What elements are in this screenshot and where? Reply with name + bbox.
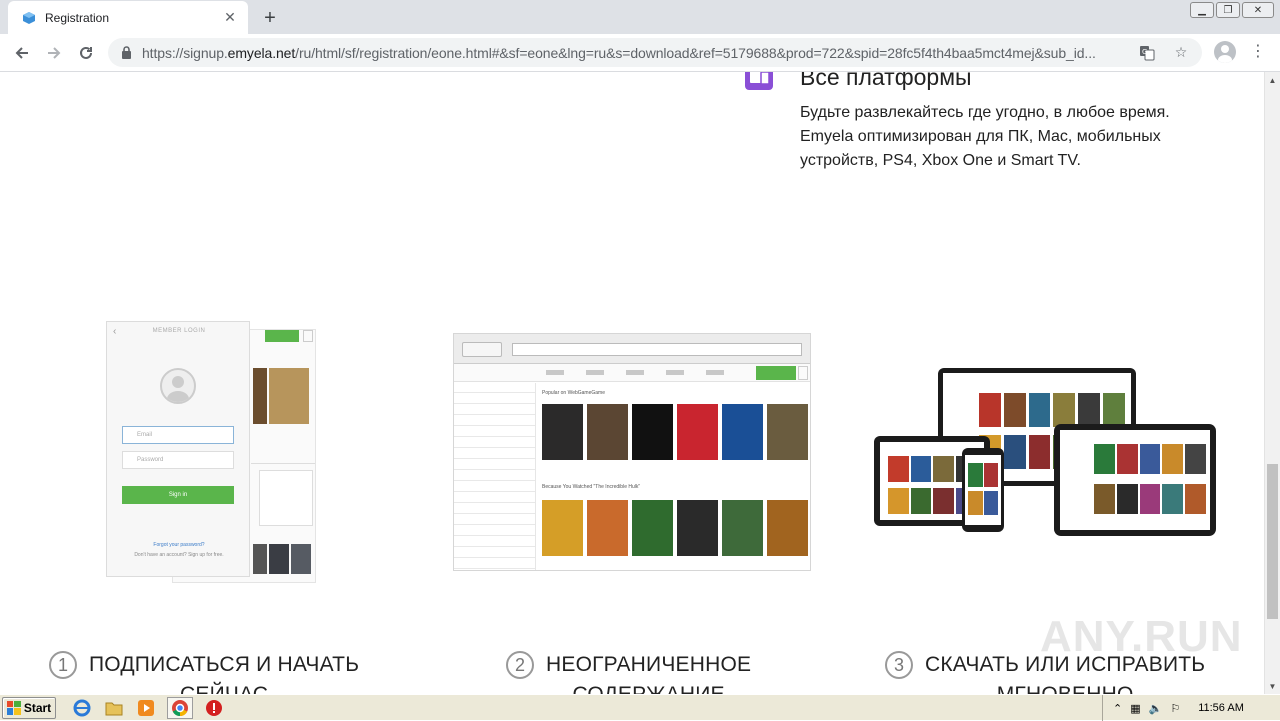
address-bar[interactable]: https://signup.emyela.net/ru/html/sf/reg… [108,38,1202,67]
signin-button: Sign in [122,486,234,504]
step-1: 1 ПОДПИСАТЬСЯ И НАЧАТЬ СЕЙЧАС [49,650,359,694]
step-3-number: 3 [885,651,913,679]
step-1-label-line2: СЕЙЧАС [89,680,359,694]
media-player-icon[interactable] [136,698,156,718]
email-field: Email [122,426,234,444]
url-text[interactable]: https://signup.emyela.net/ru/html/sf/reg… [142,45,1138,61]
network-icon[interactable]: ▦ [1130,702,1140,715]
window-controls: ▁ ❐ ✕ [1190,2,1274,18]
action-center-flag-icon[interactable]: ⚐ [1170,702,1180,715]
url-prefix: https://signup. [142,44,228,61]
restore-button[interactable]: ❐ [1216,2,1240,18]
feature-description: Будьте развлекайтесь где угодно, в любое… [800,104,1170,169]
chrome-icon[interactable] [167,697,193,719]
because-section-title: Because You Watched "The Incredible Hulk… [542,484,641,490]
step-1-label-line1: ПОДПИСАТЬСЯ И НАЧАТЬ [89,653,360,676]
profile-avatar-icon[interactable] [1214,41,1236,63]
browser-toolbar: https://signup.emyela.net/ru/html/sf/reg… [0,34,1280,72]
user-avatar-icon [160,368,196,404]
lock-icon[interactable] [120,46,132,60]
step-2: 2 НЕОГРАНИЧЕННОЕ СОДЕРЖАНИЕ [506,650,751,694]
tray-expand-icon[interactable]: ⌃ [1113,702,1122,715]
windows-logo-icon [6,700,21,715]
scroll-up-icon[interactable]: ▲ [1265,72,1280,88]
new-tab-button[interactable]: + [258,6,282,30]
step-2-label: НЕОГРАНИЧЕННОЕ СОДЕРЖАНИЕ [546,650,751,694]
taskbar: Start ⌃ ▦ 🔈 ⚐ 11:56 AM [0,694,1280,721]
bookmark-star-icon[interactable]: ☆ [1172,44,1190,62]
scroll-down-icon[interactable]: ▼ [1265,678,1280,694]
folder-icon[interactable] [104,698,124,718]
volume-icon[interactable]: 🔈 [1149,702,1163,715]
forgot-password-link: Forgot your password? [153,542,205,548]
url-host: emyela.net [227,44,296,61]
step-3-label-line2: МГНОВЕННО [925,680,1205,694]
popular-section-title: Popular on WebGameGame [542,390,605,396]
back-arrow-icon[interactable] [10,41,34,65]
step-2-label-line2: СОДЕРЖАНИЕ [546,680,751,694]
poster-row-1 [542,404,808,460]
site-favicon-icon [22,11,36,25]
login-screenshot: ‹ MEMBER LOGIN Email Password Sign in Fo… [106,321,318,585]
page-scrollbar[interactable]: ▲ ▼ [1264,72,1280,694]
signup-prompt: Don't have an account? Sign up for free. [134,552,224,558]
step-2-label-line1: НЕОГРАНИЧЕННОЕ [546,653,752,676]
reload-icon[interactable] [74,41,98,65]
internet-explorer-icon[interactable] [72,698,92,718]
feature-title: Все платформы [800,72,972,90]
tab-strip: Registration ✕ + ▁ ❐ ✕ [0,0,1280,34]
browser-menu-icon[interactable]: ⋮ [1250,43,1266,61]
step-1-label: ПОДПИСАТЬСЯ И НАЧАТЬ СЕЙЧАС [89,650,359,694]
minimize-button[interactable]: ▁ [1190,2,1214,18]
anyrun-watermark: ANY.RUN [1040,612,1243,661]
password-field: Password [122,451,234,469]
login-header: MEMBER LOGIN [152,328,206,334]
tab-close-icon[interactable]: ✕ [222,9,238,26]
system-tray: ⌃ ▦ 🔈 ⚐ 11:56 AM [1102,695,1280,721]
translate-icon[interactable]: G [1138,44,1156,62]
page-content: Все платформы Будьте развлекайтесь где у… [0,72,1264,694]
taskbar-clock[interactable]: 11:56 AM [1198,702,1244,714]
start-button[interactable]: Start [2,696,56,719]
tab-title: Registration [45,10,110,25]
url-path: /ru/html/sf/registration/eone.html#&sf=e… [295,44,1096,61]
devices-icon [744,72,774,94]
forward-arrow-icon[interactable] [42,41,66,65]
browse-screenshot: Popular on WebGameGame Because You Watch… [453,333,811,571]
start-label: Start [23,700,52,715]
svg-text:G: G [1142,48,1147,56]
login-panel: ‹ MEMBER LOGIN Email Password Sign in Fo… [106,321,250,577]
step-1-number: 1 [49,651,77,679]
step-2-number: 2 [506,651,534,679]
window-close-button[interactable]: ✕ [1242,2,1274,18]
tab-registration[interactable]: Registration ✕ [8,1,248,34]
devices-screenshot [872,366,1234,542]
poster-row-2 [542,500,808,556]
scroll-thumb[interactable] [1267,464,1278,619]
stop-alert-icon[interactable] [204,698,224,718]
